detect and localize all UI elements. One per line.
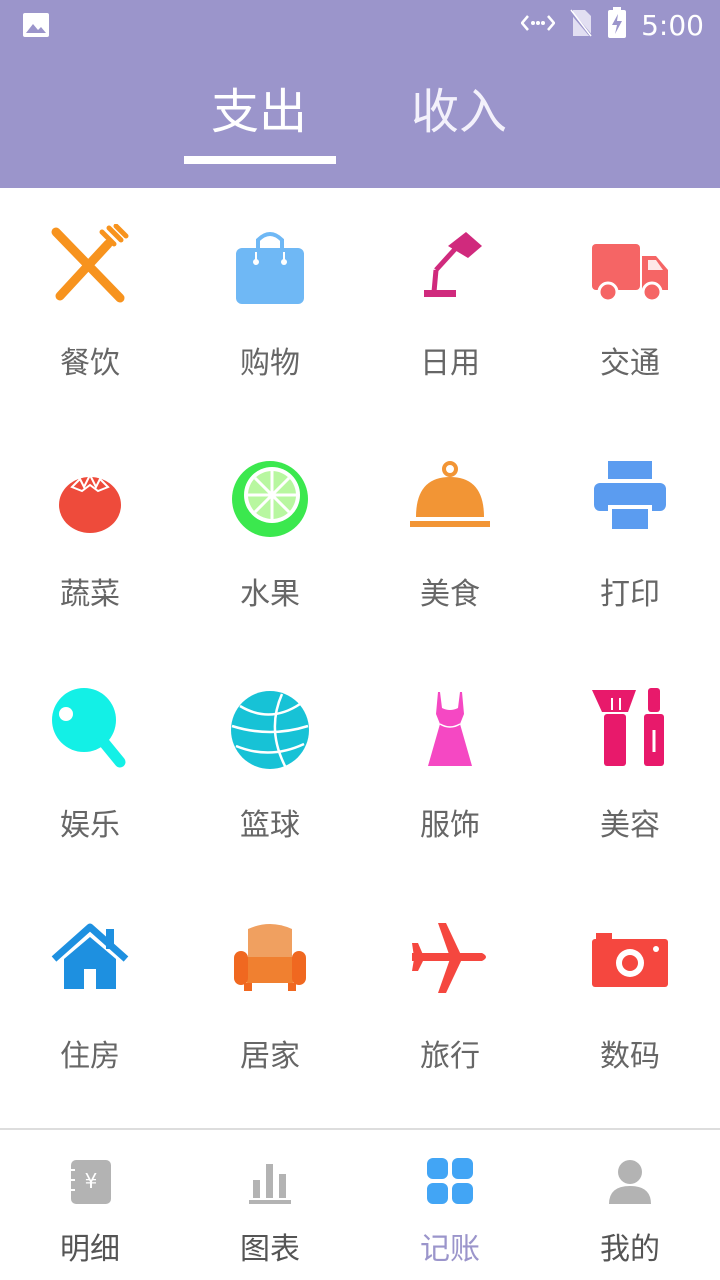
truck-icon: [590, 224, 670, 308]
category-transport[interactable]: 交通: [540, 188, 720, 419]
data-transfer-icon: [520, 13, 556, 37]
category-label: 篮球: [240, 808, 300, 843]
battery-charging-icon: [607, 7, 627, 43]
category-digital[interactable]: 数码: [540, 881, 720, 1112]
no-sim-icon: [568, 8, 594, 42]
category-label: 旅行: [420, 1039, 480, 1074]
camera-icon: [590, 917, 670, 1001]
category-label: 购物: [240, 346, 300, 381]
category-beauty[interactable]: 美容: [540, 650, 720, 881]
category-label: 数码: [600, 1039, 660, 1074]
app-header: 5:00 支出 收入: [0, 0, 720, 188]
svg-text:¥: ¥: [85, 1169, 98, 1193]
category-food[interactable]: 美食: [360, 419, 540, 650]
nav-label: 明细: [60, 1232, 120, 1267]
category-housing[interactable]: 住房: [0, 881, 180, 1112]
tab-expense[interactable]: 支出: [211, 72, 307, 142]
category-label: 日用: [420, 346, 480, 381]
category-label: 交通: [600, 346, 660, 381]
nav-charts[interactable]: 图表: [180, 1130, 360, 1280]
category-clothing[interactable]: 服饰: [360, 650, 540, 881]
desk-lamp-icon: [410, 224, 490, 308]
category-label: 服饰: [420, 808, 480, 843]
bar-chart-icon: [245, 1156, 295, 1206]
category-basketball[interactable]: 篮球: [180, 650, 360, 881]
nav-profile[interactable]: 我的: [540, 1130, 720, 1280]
lime-icon: [230, 455, 310, 539]
grid-icon: [425, 1156, 475, 1206]
category-daily[interactable]: 日用: [360, 188, 540, 419]
nav-label: 记账: [420, 1232, 480, 1267]
basketball-icon: [230, 686, 310, 770]
category-label: 美容: [600, 808, 660, 843]
shopping-bag-icon: [230, 224, 310, 308]
type-tabs: 支出 收入: [0, 60, 720, 188]
category-label: 餐饮: [60, 346, 120, 381]
category-vegetables[interactable]: 蔬菜: [0, 419, 180, 650]
tab-income[interactable]: 收入: [411, 72, 507, 142]
category-shopping[interactable]: 购物: [180, 188, 360, 419]
category-label: 美食: [420, 577, 480, 612]
status-bar: 5:00: [0, 0, 720, 50]
bottom-nav: ¥ 明细 图表 记账 我的: [0, 1128, 720, 1280]
ping-pong-icon: [50, 686, 130, 770]
nav-details[interactable]: ¥ 明细: [0, 1130, 180, 1280]
user-icon: [605, 1156, 655, 1206]
printer-icon: [590, 455, 670, 539]
ledger-icon: ¥: [65, 1156, 115, 1206]
cosmetics-icon: [590, 686, 670, 770]
nav-label: 我的: [600, 1232, 660, 1267]
category-entertainment[interactable]: 娱乐: [0, 650, 180, 881]
category-label: 住房: [60, 1039, 120, 1074]
category-travel[interactable]: 旅行: [360, 881, 540, 1112]
tomato-icon: [50, 455, 130, 539]
utensils-icon: [50, 223, 130, 308]
house-icon: [50, 917, 130, 1001]
category-printing[interactable]: 打印: [540, 419, 720, 650]
clock: 5:00: [641, 8, 704, 42]
category-grid: 餐饮 购物 日用 交通 蔬菜 水果 美食 打印 娱乐 篮球 服饰 美容 住房 居…: [0, 188, 720, 1128]
nav-bookkeeping[interactable]: 记账: [360, 1130, 540, 1280]
food-cloche-icon: [410, 455, 490, 539]
selected-tab-indicator: [184, 156, 336, 164]
category-label: 蔬菜: [60, 577, 120, 612]
airplane-icon: [410, 917, 490, 1001]
sofa-icon: [230, 917, 310, 1001]
category-label: 水果: [240, 577, 300, 612]
category-label: 打印: [600, 577, 660, 612]
category-fruit[interactable]: 水果: [180, 419, 360, 650]
category-label: 娱乐: [60, 808, 120, 843]
dress-icon: [410, 686, 490, 770]
category-label: 居家: [240, 1039, 300, 1074]
image-icon: [22, 12, 50, 38]
category-home[interactable]: 居家: [180, 881, 360, 1112]
category-dining[interactable]: 餐饮: [0, 188, 180, 419]
nav-label: 图表: [240, 1232, 300, 1267]
